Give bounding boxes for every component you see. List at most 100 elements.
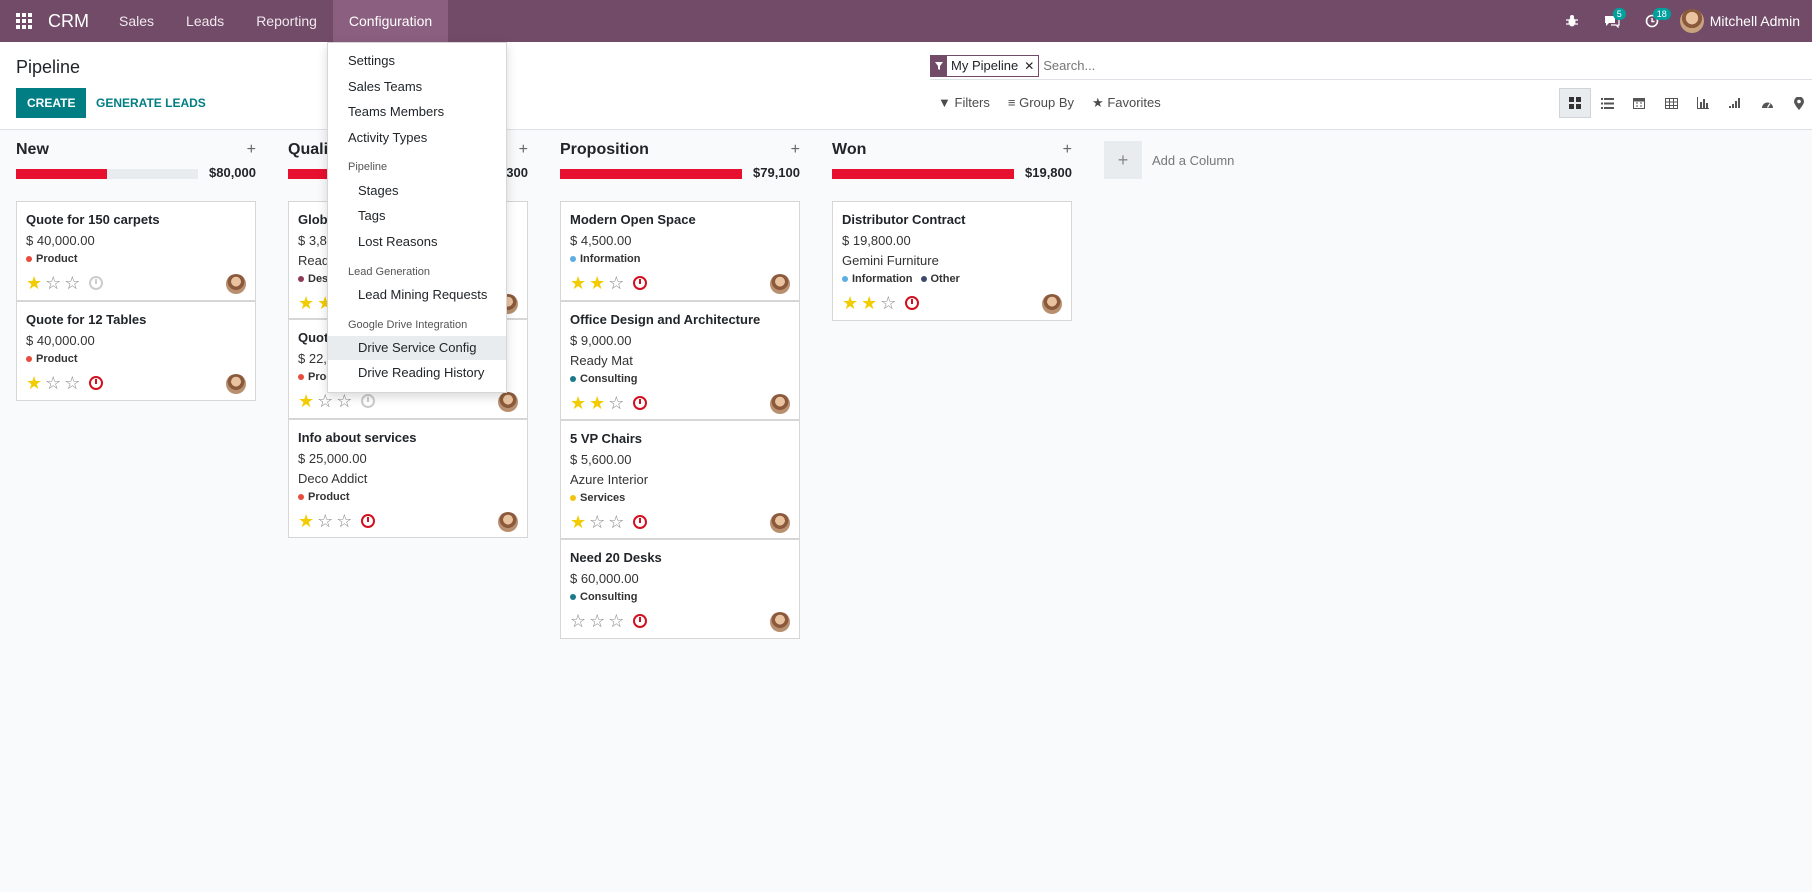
map-view-icon[interactable]: [1783, 88, 1812, 118]
card-footer: ★ ☆ ☆: [298, 391, 518, 412]
menu-item-drive-config[interactable]: Drive Service Config: [328, 336, 506, 360]
tag-label: Services: [580, 492, 626, 504]
tag-label: Product: [36, 253, 78, 265]
priority-star-icon[interactable]: ★: [589, 274, 605, 292]
debug-bug-icon[interactable]: [1552, 0, 1592, 42]
create-button[interactable]: CREATE: [16, 88, 87, 118]
priority-star-icon[interactable]: ☆: [608, 394, 624, 412]
activity-clock-icon[interactable]: [361, 394, 376, 408]
priority-star-icon[interactable]: ☆: [880, 294, 896, 312]
priority-star-icon[interactable]: ★: [589, 394, 605, 412]
menu-reporting[interactable]: Reporting: [240, 0, 333, 42]
calendar-view-icon[interactable]: [1623, 88, 1655, 118]
facet-remove-icon[interactable]: ✕: [1022, 59, 1038, 73]
menu-configuration[interactable]: Configuration: [332, 0, 449, 42]
priority-star-icon[interactable]: ☆: [608, 274, 624, 292]
column-progress-bar[interactable]: [832, 169, 1014, 179]
card-amount: $ 40,000.00: [26, 333, 95, 348]
priority-star-icon[interactable]: ☆: [608, 513, 624, 531]
priority-star-icon[interactable]: ☆: [45, 274, 61, 292]
kanban-card[interactable]: Need 20 Desks $ 60,000.00 Consulting ☆ ☆ ☆: [560, 539, 800, 639]
menu-item-sales-teams[interactable]: Sales Teams: [328, 75, 506, 99]
menu-sales[interactable]: Sales: [103, 0, 170, 42]
column-quick-create-icon[interactable]: +: [1063, 141, 1072, 159]
cohort-view-icon[interactable]: [1719, 88, 1751, 118]
priority-star-icon[interactable]: ★: [26, 274, 42, 292]
priority-star-icon[interactable]: ☆: [608, 612, 624, 630]
priority-star-icon[interactable]: ☆: [336, 392, 352, 410]
activity-clock-icon[interactable]: [633, 614, 648, 628]
priority-star-icon[interactable]: ★: [570, 394, 586, 412]
priority-star-icon[interactable]: ☆: [64, 374, 80, 392]
kanban-card[interactable]: Quote for 12 Tables $ 40,000.00 Product ★ ☆ ☆: [16, 301, 256, 401]
activity-clock-icon[interactable]: [361, 514, 376, 528]
priority-star-icon[interactable]: ☆: [317, 392, 333, 410]
column-quick-create-icon[interactable]: +: [247, 141, 256, 159]
priority-star-icon[interactable]: ☆: [570, 612, 586, 630]
list-icon: ≡: [1007, 95, 1016, 110]
priority-star-icon[interactable]: ☆: [589, 513, 605, 531]
activity-clock-icon[interactable]: [89, 376, 104, 390]
priority-star-icon[interactable]: ★: [298, 294, 314, 312]
menu-item-activity-types[interactable]: Activity Types: [328, 126, 506, 150]
groupby-dropdown[interactable]: ≡ Group By: [1008, 95, 1074, 111]
priority-star-icon[interactable]: ★: [861, 294, 877, 312]
menu-item-tags[interactable]: Tags: [328, 204, 506, 228]
apps-menu-icon[interactable]: [0, 0, 48, 42]
graph-view-icon[interactable]: [1687, 88, 1719, 118]
priority-star-icon[interactable]: ☆: [589, 612, 605, 630]
priority-star-icon[interactable]: ★: [570, 513, 586, 531]
messages-icon[interactable]: 5: [1592, 0, 1632, 42]
user-menu[interactable]: Mitchell Admin: [1679, 9, 1800, 33]
menu-item-drive-history[interactable]: Drive Reading History: [328, 361, 506, 385]
column-progress-bar[interactable]: [560, 169, 742, 179]
menu-item-lost-reasons[interactable]: Lost Reasons: [328, 230, 506, 254]
menu-item-team-members[interactable]: Teams Members: [328, 100, 506, 124]
menu-item-stages[interactable]: Stages: [328, 179, 506, 203]
priority-star-icon[interactable]: ☆: [336, 512, 352, 530]
menu-leads[interactable]: Leads: [170, 0, 240, 42]
activity-clock-icon[interactable]: [633, 515, 648, 529]
kanban-view-icon[interactable]: [1559, 88, 1591, 118]
priority-star-icon[interactable]: ★: [842, 294, 858, 312]
search-input[interactable]: [1043, 58, 1344, 73]
dashboard-view-icon[interactable]: [1751, 88, 1783, 118]
menu-item-lead-mining[interactable]: Lead Mining Requests: [328, 283, 506, 307]
kanban-card[interactable]: Info about services $ 25,000.00 Deco Addic…: [288, 419, 528, 538]
column-progress-bar[interactable]: [16, 169, 198, 179]
activity-clock-icon[interactable]: [633, 276, 648, 290]
priority-star-icon[interactable]: ★: [26, 374, 42, 392]
column-quick-create-icon[interactable]: +: [519, 141, 528, 159]
tag: Consulting: [570, 591, 637, 603]
priority-star-icon[interactable]: ★: [298, 392, 314, 410]
kanban-card[interactable]: Office Design and Architecture $ 9,000.00…: [560, 301, 800, 420]
favorites-dropdown[interactable]: ★ Favorites: [1092, 95, 1161, 111]
column-header: Won +: [832, 141, 1072, 165]
pivot-view-icon[interactable]: [1655, 88, 1687, 118]
list-view-icon[interactable]: [1591, 88, 1623, 118]
search-facet: My Pipeline ✕: [930, 54, 1040, 77]
activity-clock-icon[interactable]: [89, 276, 104, 290]
column-total: $19,800: [1025, 165, 1072, 180]
search-options: ▼ Filters ≡ Group By ★ Favorites: [938, 95, 1179, 111]
priority-star-icon[interactable]: ☆: [317, 512, 333, 530]
tag-color-dot: [570, 495, 576, 501]
priority-star-icon[interactable]: ★: [570, 274, 586, 292]
app-brand[interactable]: CRM: [48, 11, 103, 32]
kanban-card[interactable]: Distributor Contract $ 19,800.00 Gemini Fu…: [832, 201, 1072, 321]
kanban-card[interactable]: Quote for 150 carpets $ 40,000.00 Product ★…: [16, 201, 256, 301]
kanban-card[interactable]: 5 VP Chairs $ 5,600.00 Azure Interior Servi…: [560, 420, 800, 539]
menu-item-settings[interactable]: Settings: [328, 49, 506, 73]
priority-star-icon[interactable]: ☆: [45, 374, 61, 392]
priority-star-icon[interactable]: ★: [298, 512, 314, 530]
activity-clock-icon[interactable]: [633, 396, 648, 410]
add-column-plus-icon[interactable]: +: [1104, 141, 1142, 179]
add-column[interactable]: + Add a Column: [1104, 141, 1234, 179]
kanban-card[interactable]: Modern Open Space $ 4,500.00 Information ★ ★…: [560, 201, 800, 301]
column-quick-create-icon[interactable]: +: [791, 141, 800, 159]
generate-leads-button[interactable]: GENERATE LEADS: [96, 88, 206, 118]
activities-clock-icon[interactable]: 18: [1632, 0, 1672, 42]
activity-clock-icon[interactable]: [905, 296, 920, 310]
priority-star-icon[interactable]: ☆: [64, 274, 80, 292]
filters-dropdown[interactable]: ▼ Filters: [938, 95, 990, 111]
